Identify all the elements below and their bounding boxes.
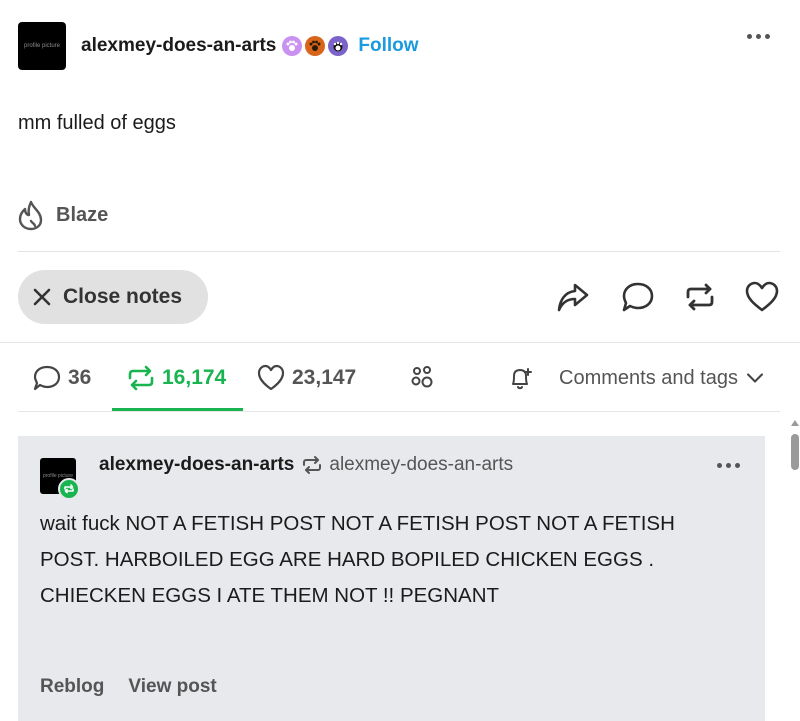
paw-badge-icon	[282, 36, 303, 56]
bell-plus-icon	[512, 368, 532, 390]
paw-badge-icon	[328, 36, 349, 56]
close-notes-label: Close notes	[63, 285, 183, 308]
reblog-icon	[128, 365, 154, 391]
reblog-header: alexmey-does-an-arts alexmey-does-an-art…	[99, 454, 513, 476]
reblog-icon	[686, 283, 714, 311]
close-icon	[33, 288, 51, 306]
tab-replies[interactable]: 36	[32, 358, 91, 398]
notifications-toggle[interactable]	[506, 358, 536, 398]
reblog-button[interactable]	[681, 278, 719, 316]
post-header: profile picture alexmey-does-an-arts Fol…	[18, 22, 782, 70]
card-actions: Reblog View post	[40, 676, 217, 698]
reblogger-name[interactable]: alexmey-does-an-arts	[99, 454, 294, 476]
reply-icon	[622, 282, 654, 312]
reblog-icon	[303, 456, 322, 474]
replies-count: 36	[68, 366, 92, 389]
tab-community[interactable]	[408, 358, 438, 398]
share-button[interactable]	[554, 278, 592, 316]
like-button[interactable]	[743, 278, 781, 316]
scroll-up-arrow[interactable]	[791, 420, 799, 426]
divider	[18, 251, 780, 252]
follow-button[interactable]: Follow	[358, 35, 418, 57]
post-body-text: mm fulled of eggs	[18, 112, 176, 134]
more-options-icon[interactable]	[747, 34, 770, 39]
reblog-badge-icon	[58, 478, 80, 500]
likes-count: 23,147	[292, 366, 357, 389]
reply-button[interactable]	[619, 278, 657, 316]
divider	[18, 411, 780, 412]
heart-icon	[745, 281, 779, 312]
divider	[0, 342, 800, 343]
avatar-placeholder-text: profile picture	[23, 43, 61, 49]
reblog-note-card: profile picture alexmey-does-an-arts ale…	[18, 436, 765, 721]
blaze-button[interactable]: Blaze	[16, 199, 108, 231]
source-blog-name[interactable]: alexmey-does-an-arts	[329, 454, 513, 476]
chevron-down-icon	[747, 373, 763, 383]
avatar[interactable]: profile picture	[18, 22, 66, 70]
scrollbar-thumb[interactable]	[791, 434, 799, 470]
close-notes-button[interactable]: Close notes	[18, 270, 208, 324]
blog-name[interactable]: alexmey-does-an-arts	[81, 35, 276, 57]
badge-group	[282, 36, 349, 56]
tab-likes[interactable]: 23,147	[256, 358, 356, 398]
blaze-label: Blaze	[56, 203, 109, 226]
paw-badge-icon	[305, 36, 326, 56]
comments-and-tags-dropdown[interactable]: Comments and tags	[555, 358, 768, 398]
reply-icon	[33, 365, 61, 391]
view-post-link[interactable]: View post	[128, 676, 216, 698]
reblogs-count: 16,174	[162, 366, 227, 389]
reblog-link[interactable]: Reblog	[40, 676, 104, 698]
heart-icon	[257, 364, 285, 391]
tab-reblogs[interactable]: 16,174	[126, 358, 226, 398]
reblog-comment-text: wait fuck NOT A FETISH POST NOT A FETISH…	[40, 512, 675, 607]
more-options-icon[interactable]	[717, 463, 740, 468]
share-icon	[557, 283, 589, 312]
community-icon	[411, 366, 433, 388]
comments-and-tags-label: Comments and tags	[559, 366, 738, 389]
flame-icon	[18, 200, 43, 231]
